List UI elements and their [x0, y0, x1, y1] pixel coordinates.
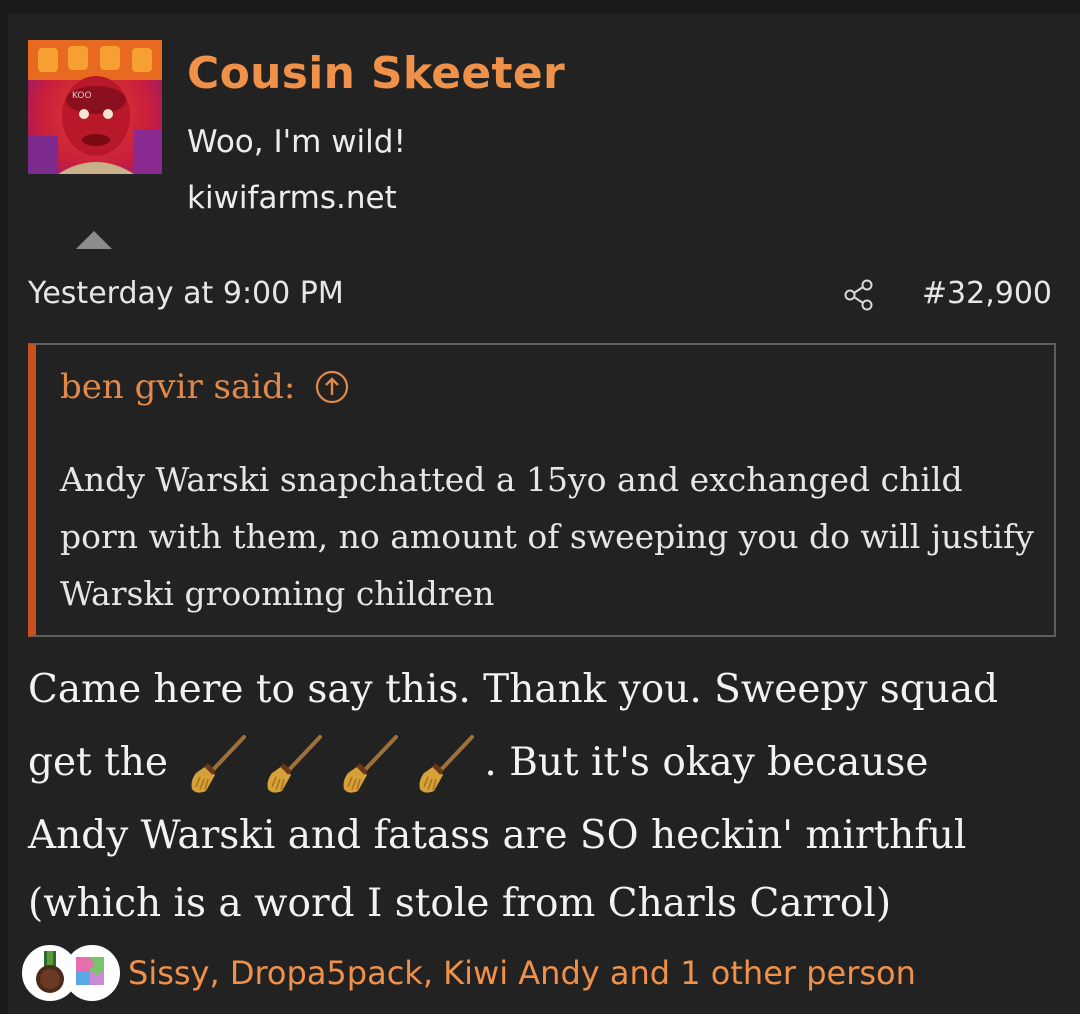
post-text: get the [28, 740, 168, 785]
user-site: kiwifarms.net [187, 180, 397, 216]
reactions-bar[interactable]: Sissy, Dropa5pack, Kiwi Andy and 1 other… [22, 944, 916, 1002]
post-page: KOO Cousin Skeeter Woo, I'm wild! kiwifa… [0, 0, 1080, 1014]
broom-emoji [414, 733, 478, 797]
post-line: Came here to say this. Thank you. Sweepy… [28, 667, 999, 712]
post-text: . But it's okay because [484, 740, 929, 785]
reaction-summary-link[interactable]: Sissy, Dropa5pack, Kiwi Andy and 1 other… [128, 954, 916, 992]
username-link[interactable]: Cousin Skeeter [187, 48, 565, 99]
quote-author[interactable]: ben gvir said: [60, 367, 295, 407]
share-icon[interactable] [842, 278, 876, 312]
post-content: Came here to say this. Thank you. Sweepy… [28, 656, 1068, 938]
post-meta-bar: Yesterday at 9:00 PM #32,900 [28, 276, 1052, 316]
broom-emoji [262, 733, 326, 797]
caret-up-icon [76, 231, 112, 249]
user-avatar[interactable]: KOO [28, 40, 162, 174]
quote-header[interactable]: ben gvir said: [60, 367, 349, 407]
top-edge [0, 0, 1080, 14]
puzzle-reaction-icon [64, 945, 120, 1001]
post-line: (which is a word I stole from Charls Car… [28, 881, 892, 926]
svg-text:KOO: KOO [72, 91, 92, 101]
arrow-up-circle-icon[interactable] [315, 370, 349, 404]
broom-emoji [186, 733, 250, 797]
emoji-row [180, 735, 484, 793]
left-edge [0, 0, 8, 1014]
quote-block: ben gvir said: Andy Warski snapchatted a… [28, 343, 1056, 637]
post-timestamp[interactable]: Yesterday at 9:00 PM [28, 276, 344, 311]
user-title: Woo, I'm wild! [187, 124, 406, 160]
post-line: Andy Warski and fatass are SO heckin' mi… [28, 813, 967, 858]
post-line-with-emoji: get the . But it's okay because [28, 724, 1068, 802]
quote-text: Andy Warski snapchatted a 15yo and excha… [60, 460, 1034, 613]
broom-emoji [338, 733, 402, 797]
post-number-link[interactable]: #32,900 [922, 276, 1052, 311]
